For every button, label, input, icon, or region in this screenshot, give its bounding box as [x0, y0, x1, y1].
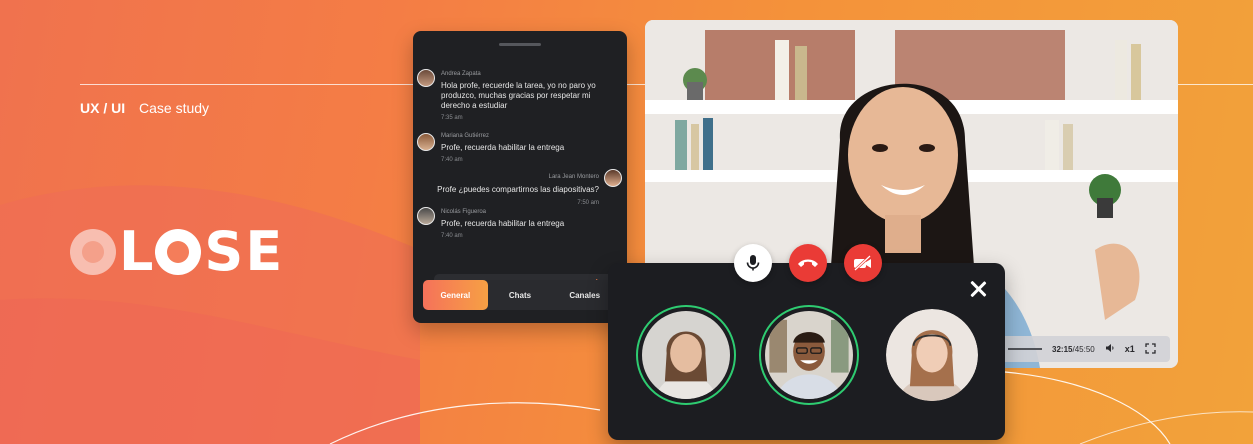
phone-hangup-icon	[798, 259, 818, 267]
participant-tile[interactable]	[886, 309, 978, 401]
close-logo: L S E	[70, 220, 282, 283]
message-author: Andrea Zapata	[441, 71, 481, 77]
participants-panel	[608, 263, 1005, 440]
progress-bar[interactable]	[1008, 348, 1042, 350]
tab-general[interactable]: General	[423, 280, 488, 310]
message-time: 7:40 am	[441, 233, 463, 239]
microphone-icon	[746, 255, 760, 271]
tab-chats[interactable]: Chats	[488, 280, 553, 310]
chat-tabs: General Chats Canales	[423, 280, 617, 310]
case-study-text: Case study	[139, 100, 210, 116]
avatar	[417, 207, 435, 225]
message-text: Profe, recuerda habilitar la entrega	[441, 219, 565, 228]
time-readout: 32:15/45:50	[1052, 344, 1095, 354]
avatar	[604, 169, 622, 187]
fullscreen-icon[interactable]	[1145, 342, 1156, 356]
participant-video	[886, 309, 978, 401]
logo-letter-s: S	[204, 220, 243, 283]
message-author: Lara Jean Montero	[548, 174, 599, 180]
logo-o-ring	[155, 229, 202, 275]
message-author: Mariana Gutiérrez	[441, 133, 490, 139]
logo-letter-e: E	[245, 220, 282, 283]
category-tag: UX / UI	[80, 100, 126, 116]
chat-messages: Andrea Zapata Hola profe, recuerde la ta…	[417, 57, 623, 309]
logo-letter-l: L	[119, 220, 153, 283]
participant-video	[642, 311, 730, 399]
message-text: Hola profe, recuerde la tarea, yo no par…	[441, 81, 596, 110]
microphone-button[interactable]	[734, 244, 772, 282]
end-call-button[interactable]	[789, 244, 827, 282]
drag-handle[interactable]	[499, 43, 541, 46]
avatar	[417, 69, 435, 87]
message-time: 7:50 am	[577, 200, 599, 206]
message-time: 7:35 am	[441, 115, 463, 121]
participant-tile[interactable]	[759, 305, 859, 405]
case-study-label: UX / UI Case study	[80, 100, 209, 116]
message-author: Nicolás Figueroa	[441, 209, 487, 215]
logo-c-ring	[70, 229, 116, 275]
chat-panel: Andrea Zapata Hola profe, recuerde la ta…	[413, 31, 627, 323]
camera-off-icon	[854, 255, 871, 271]
message-text: Profe ¿puedes compartirnos las diapositi…	[437, 185, 599, 194]
participant-video	[765, 311, 853, 399]
camera-toggle-button[interactable]	[844, 244, 882, 282]
video-controls: 32:15/45:50 x1	[998, 336, 1170, 362]
message-text: Profe, recuerda habilitar la entrega	[441, 143, 565, 152]
avatar	[417, 133, 435, 151]
participant-tile[interactable]	[636, 305, 736, 405]
message-time: 7:40 am	[441, 157, 463, 163]
volume-icon[interactable]	[1105, 343, 1115, 355]
close-icon[interactable]	[968, 279, 988, 299]
playback-speed-button[interactable]: x1	[1125, 344, 1135, 354]
